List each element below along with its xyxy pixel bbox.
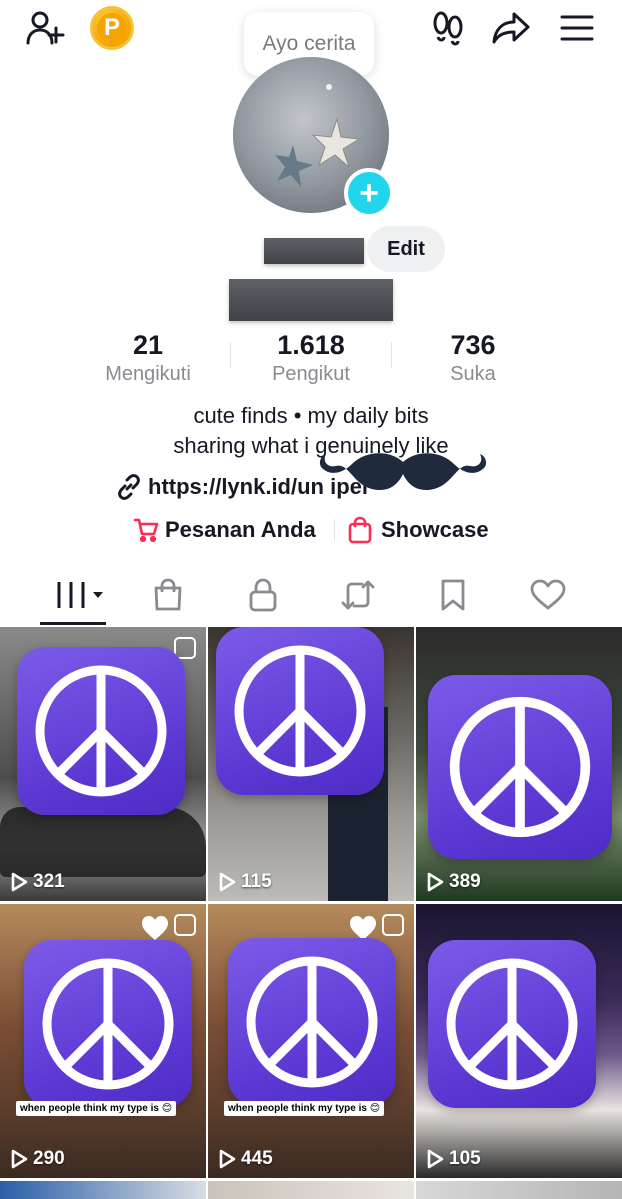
footprints-icon [433, 11, 463, 46]
bio-line-1: cute finds • my daily bits [193, 403, 429, 428]
stat-divider [391, 342, 392, 368]
play-icon [427, 1149, 444, 1169]
redacted-username [229, 279, 393, 321]
peace-sign-overlay [17, 647, 185, 815]
followers-count: 1.618 [277, 330, 345, 360]
video-tile[interactable]: when people think my type is 😊 290 [0, 904, 206, 1178]
likes-label: Suka [450, 363, 496, 385]
video-tile[interactable]: 389 [416, 627, 622, 901]
play-icon [11, 1149, 28, 1169]
peace-sign-overlay [24, 940, 192, 1108]
lock-icon [249, 578, 277, 612]
tab-liked[interactable] [518, 568, 578, 622]
menu-button[interactable] [554, 8, 600, 48]
plus-icon: + [359, 174, 379, 212]
video-tile[interactable]: 115 [208, 627, 414, 901]
profile-tabs [0, 568, 622, 626]
shopping-bag-icon [348, 516, 372, 544]
orders-link[interactable]: Pesanan Anda [133, 514, 316, 546]
active-tab-indicator [40, 622, 106, 625]
view-count: 115 [218, 871, 272, 893]
view-count: 321 [10, 871, 65, 893]
stat-likes[interactable]: 736 Suka [393, 330, 553, 386]
multi-photo-icon [174, 914, 196, 936]
peace-icon [446, 958, 578, 1090]
stat-followers[interactable]: 1.618 Pengikut [231, 330, 391, 386]
showcase-link[interactable]: Showcase [347, 514, 489, 546]
redacted-display-name [264, 238, 364, 264]
add-friend-button[interactable] [22, 8, 68, 48]
peace-icon [234, 645, 366, 777]
coin-button[interactable]: P [90, 6, 134, 50]
tab-videos[interactable] [48, 568, 108, 622]
view-count: 290 [10, 1148, 65, 1170]
view-count: 445 [218, 1148, 273, 1170]
play-icon [219, 1149, 236, 1169]
video-tile[interactable] [416, 1181, 622, 1199]
tab-shop[interactable] [138, 568, 198, 622]
peace-icon [449, 696, 591, 838]
followers-label: Pengikut [272, 363, 350, 385]
hamburger-menu-icon [560, 15, 594, 41]
following-label: Mengikuti [105, 363, 191, 385]
following-count: 21 [132, 330, 164, 360]
footprints-button[interactable] [426, 8, 470, 48]
peace-icon [42, 958, 174, 1090]
showcase-label: Showcase [381, 517, 489, 542]
view-count: 389 [426, 871, 481, 893]
share-button[interactable] [488, 8, 534, 48]
video-tile[interactable] [208, 1181, 414, 1199]
video-caption: when people think my type is 😊 [224, 1101, 385, 1116]
play-icon [219, 872, 236, 892]
add-user-icon [26, 11, 65, 45]
peace-sign-overlay [216, 627, 384, 795]
heart-sticker-icon [142, 916, 168, 940]
tab-saved[interactable] [423, 568, 483, 622]
peace-sign-overlay [428, 940, 596, 1108]
video-tile[interactable]: 321 [0, 627, 206, 901]
bio-line-2: sharing what i genuinely like [173, 433, 449, 458]
video-tile[interactable]: 105 [416, 904, 622, 1178]
peace-sign-overlay [428, 675, 612, 859]
shop-bag-icon [154, 578, 182, 611]
tab-reposts[interactable] [328, 568, 388, 622]
play-icon [427, 872, 444, 892]
likes-count: 736 [450, 330, 496, 360]
orders-label: Pesanan Anda [165, 517, 316, 542]
stat-following[interactable]: 21 Mengikuti [68, 330, 228, 386]
video-tile[interactable]: when people think my type is 😊 445 [208, 904, 414, 1178]
videos-grid-icon [55, 582, 103, 608]
share-arrow-icon [492, 12, 530, 44]
coin-letter: P [97, 13, 127, 43]
peace-sign-overlay [228, 938, 396, 1106]
link-icon [118, 474, 140, 500]
story-prompt-text: Ayo cerita [262, 32, 356, 55]
video-tile[interactable] [0, 1181, 206, 1199]
bookmark-icon [441, 579, 465, 611]
mustache-sticker [319, 453, 487, 490]
shop-divider [334, 519, 335, 541]
repost-icon [341, 580, 375, 610]
multi-photo-icon [382, 914, 404, 936]
edit-profile-button[interactable]: Edit [367, 226, 445, 272]
peace-icon [35, 665, 167, 797]
view-count: 105 [426, 1148, 481, 1170]
heart-icon [530, 579, 566, 610]
edit-label: Edit [387, 237, 425, 260]
play-icon [11, 872, 28, 892]
peace-icon [246, 956, 378, 1088]
add-story-button[interactable]: + [344, 168, 394, 218]
video-caption: when people think my type is 😊 [16, 1101, 177, 1116]
tab-private[interactable] [233, 568, 293, 622]
cart-icon [133, 518, 159, 543]
